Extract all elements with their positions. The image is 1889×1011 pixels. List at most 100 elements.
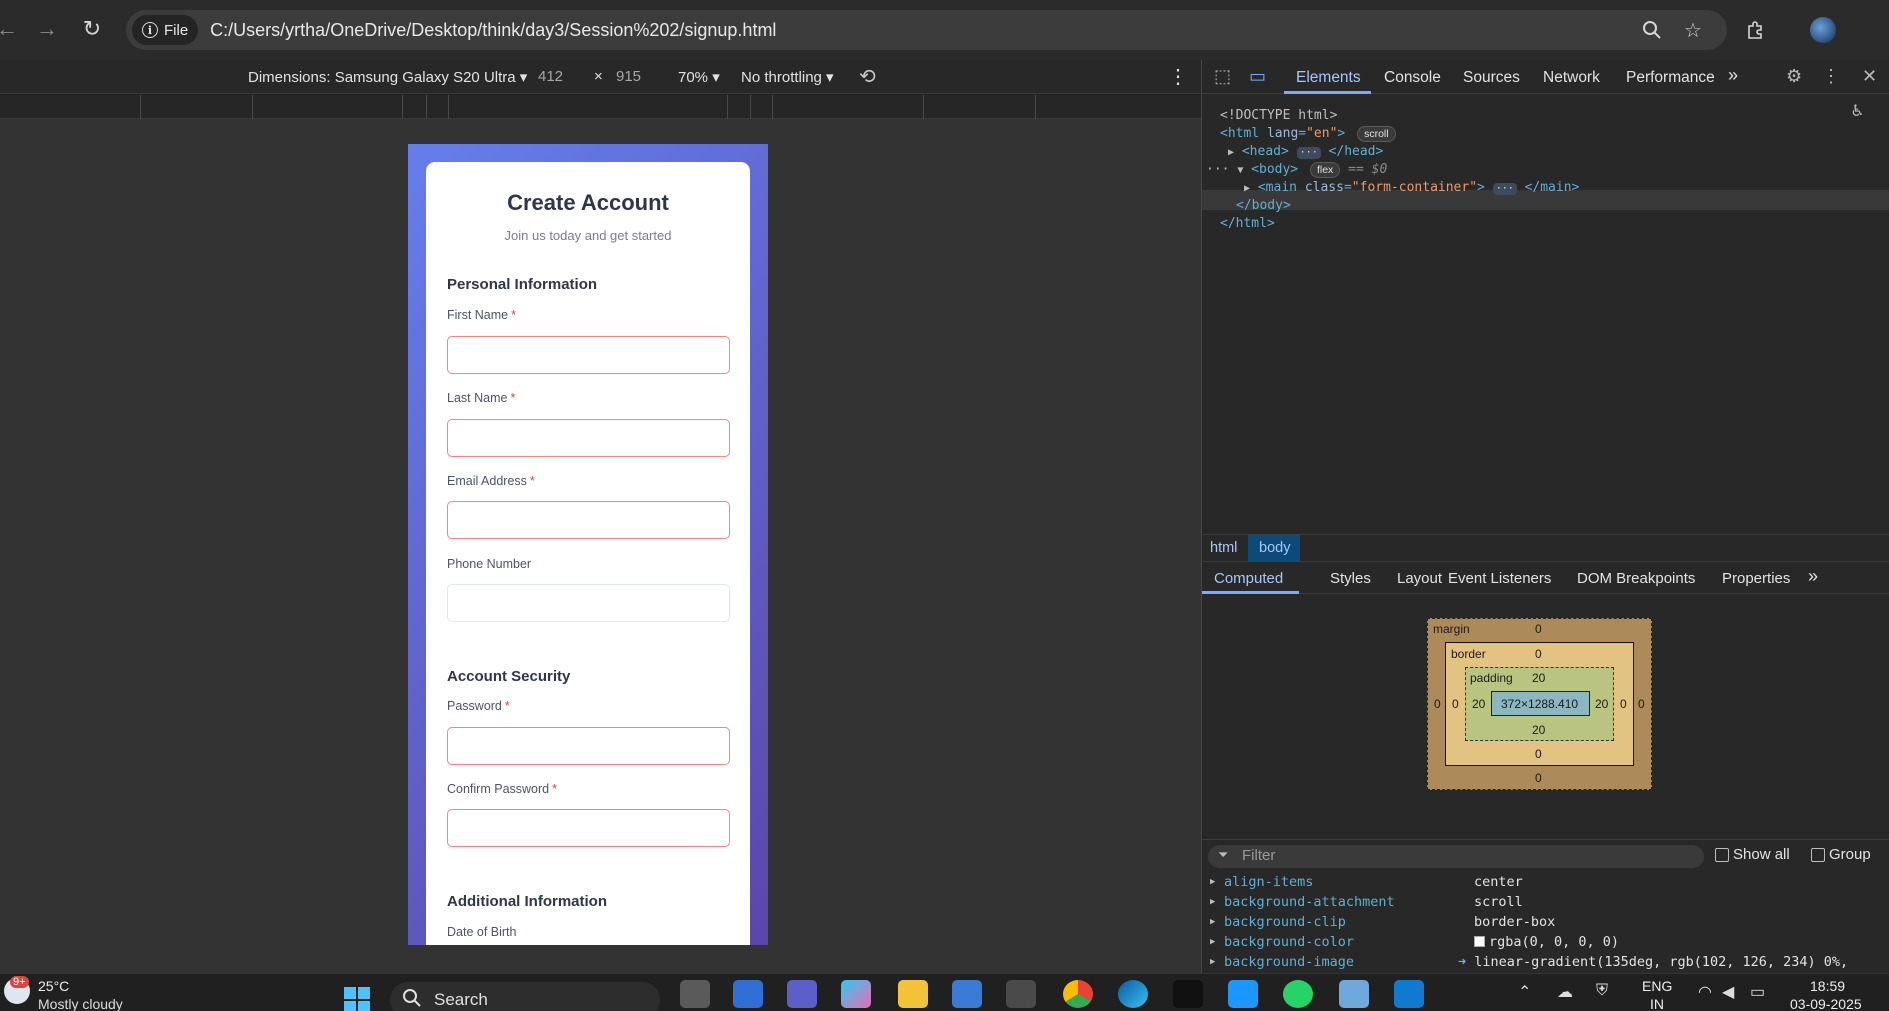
- expand-caret-icon[interactable]: ▶: [1210, 937, 1215, 947]
- teams-icon[interactable]: [787, 980, 817, 1008]
- clock-time[interactable]: 18:59: [1810, 978, 1845, 994]
- property-row[interactable]: ▶ background-color rgba(0, 0, 0, 0): [1202, 934, 1889, 954]
- collapsed-ellipsis[interactable]: ···: [1296, 147, 1321, 159]
- zoom-search-icon[interactable]: [1640, 18, 1664, 42]
- customize-menu-icon[interactable]: ⋮: [1822, 66, 1840, 87]
- collapsed-ellipsis[interactable]: ···: [1492, 183, 1517, 195]
- vscode-icon[interactable]: [1394, 980, 1424, 1008]
- more-subtabs-icon[interactable]: »: [1808, 566, 1818, 587]
- tab-network[interactable]: Network: [1543, 69, 1600, 87]
- throttle-select[interactable]: No throttling ▾: [741, 68, 834, 86]
- zoom-select[interactable]: 70% ▾: [678, 68, 720, 86]
- edge-icon[interactable]: [1118, 980, 1148, 1008]
- tab-sources[interactable]: Sources: [1463, 69, 1520, 87]
- rotate-icon[interactable]: ⟲: [859, 64, 876, 89]
- windows-start-icon[interactable]: [343, 986, 371, 1011]
- last-name-input[interactable]: [447, 419, 730, 457]
- prime-video-icon[interactable]: [1228, 980, 1258, 1008]
- back-icon[interactable]: ←: [0, 14, 22, 44]
- body-node[interactable]: ··· ▼ <body> flex == $0: [1206, 162, 1387, 178]
- volume-icon[interactable]: ◀: [1722, 982, 1734, 1002]
- html-node[interactable]: <html lang="en"> scroll: [1220, 126, 1396, 142]
- settings-gear-icon[interactable]: ⚙: [1786, 66, 1802, 87]
- profile-avatar[interactable]: [1810, 17, 1836, 43]
- doctype-node[interactable]: <!DOCTYPE html>: [1220, 108, 1337, 123]
- body-close-node[interactable]: </body>: [1236, 198, 1291, 213]
- scroll-badge[interactable]: scroll: [1357, 126, 1396, 142]
- weather-temp[interactable]: 25°C: [38, 978, 69, 994]
- breadcrumb-html[interactable]: html: [1210, 540, 1237, 556]
- filter-input[interactable]: ⏷ Filter: [1208, 845, 1704, 868]
- first-name-input[interactable]: [447, 336, 730, 374]
- accessibility-icon[interactable]: ♿: [1852, 100, 1863, 121]
- battery-icon[interactable]: ▭: [1750, 982, 1765, 1002]
- file-explorer-icon[interactable]: [898, 980, 928, 1008]
- breadcrumb-body[interactable]: body: [1259, 540, 1290, 556]
- more-options-icon[interactable]: ⋮: [1168, 64, 1188, 89]
- flex-badge[interactable]: flex: [1309, 162, 1341, 178]
- snipping-tool-icon[interactable]: [1006, 980, 1036, 1008]
- tab-styles[interactable]: Styles: [1330, 570, 1371, 587]
- url-text[interactable]: C:/Users/yrtha/OneDrive/Desktop/think/da…: [210, 20, 776, 41]
- html-close-node[interactable]: </html>: [1220, 216, 1275, 231]
- group-checkbox[interactable]: [1811, 848, 1825, 862]
- task-view-icon[interactable]: [680, 980, 710, 1008]
- wifi-icon[interactable]: ◠: [1698, 982, 1712, 1002]
- chrome-icon[interactable]: [1063, 980, 1093, 1008]
- property-row[interactable]: ▶ background-attachment scroll: [1202, 894, 1889, 914]
- tab-event-listeners[interactable]: Event Listeners: [1448, 570, 1551, 587]
- tradingview-icon[interactable]: [1173, 980, 1203, 1008]
- expand-caret-icon[interactable]: ▶: [1210, 917, 1215, 927]
- inspect-element-icon[interactable]: ⬚: [1214, 66, 1231, 87]
- onedrive-icon[interactable]: ☁: [1557, 982, 1573, 1002]
- device-select[interactable]: Dimensions: Samsung Galaxy S20 Ultra ▾: [248, 68, 527, 86]
- close-devtools-icon[interactable]: ✕: [1862, 66, 1877, 87]
- property-row[interactable]: ▶ background-image ➜ linear-gradient(135…: [1202, 954, 1889, 974]
- microsoft-store-icon[interactable]: [952, 980, 982, 1008]
- property-row[interactable]: ▶ align-items center: [1202, 874, 1889, 894]
- tab-properties[interactable]: Properties: [1722, 570, 1790, 587]
- node-menu-dots[interactable]: ···: [1206, 162, 1229, 177]
- expand-caret-icon[interactable]: ▶: [1210, 877, 1215, 887]
- address-bar[interactable]: i File C:/Users/yrtha/OneDrive/Desktop/t…: [126, 10, 1727, 50]
- tab-layout[interactable]: Layout: [1397, 570, 1442, 587]
- expand-caret-icon[interactable]: ▶: [1210, 957, 1215, 967]
- tag-bracket: >: [1337, 126, 1346, 141]
- color-swatch[interactable]: [1474, 936, 1485, 947]
- expand-caret-icon[interactable]: ▶: [1210, 897, 1215, 907]
- copilot-icon[interactable]: [841, 980, 871, 1008]
- reload-icon[interactable]: ↻: [77, 14, 107, 44]
- property-row[interactable]: ▶ background-clip border-box: [1202, 914, 1889, 934]
- expand-caret-icon[interactable]: ▶: [1244, 183, 1250, 194]
- tab-dom-breakpoints[interactable]: DOM Breakpoints: [1577, 570, 1695, 587]
- height-input[interactable]: 915: [616, 68, 641, 85]
- collapse-caret-icon[interactable]: ▼: [1237, 165, 1243, 176]
- confirm-password-input[interactable]: [447, 809, 730, 847]
- phone-input[interactable]: [447, 584, 730, 622]
- taskbar-search[interactable]: Search: [390, 982, 660, 1011]
- tab-performance[interactable]: Performance: [1626, 69, 1715, 87]
- extensions-icon[interactable]: [1743, 18, 1767, 42]
- device-toggle-icon[interactable]: ▭: [1249, 66, 1266, 87]
- show-all-checkbox[interactable]: [1715, 848, 1729, 862]
- width-input[interactable]: 412: [538, 68, 563, 85]
- widgets-icon[interactable]: [733, 980, 763, 1008]
- head-node[interactable]: ▶ <head> ··· </head>: [1228, 144, 1383, 159]
- tab-computed[interactable]: Computed: [1214, 570, 1283, 587]
- whatsapp-icon[interactable]: [1283, 980, 1313, 1008]
- tab-console[interactable]: Console: [1384, 69, 1441, 87]
- password-input[interactable]: [447, 727, 730, 765]
- security-icon[interactable]: ⛨: [1596, 982, 1608, 1000]
- bookmark-star-icon[interactable]: ☆: [1681, 18, 1705, 42]
- language-code[interactable]: ENG: [1642, 978, 1672, 994]
- forward-icon[interactable]: →: [32, 14, 62, 44]
- main-node[interactable]: ▶ <main class="form-container"> ··· </ma…: [1244, 180, 1579, 195]
- navigate-arrow-icon[interactable]: ➜: [1458, 954, 1466, 970]
- expand-caret-icon[interactable]: ▶: [1228, 147, 1234, 158]
- email-input[interactable]: [447, 501, 730, 539]
- chevron-up-icon[interactable]: ⌃: [1518, 982, 1531, 1002]
- site-info-chip[interactable]: i File: [132, 15, 199, 45]
- tab-elements[interactable]: Elements: [1296, 69, 1361, 87]
- notepad-icon[interactable]: [1339, 980, 1369, 1008]
- more-tabs-icon[interactable]: »: [1728, 65, 1738, 86]
